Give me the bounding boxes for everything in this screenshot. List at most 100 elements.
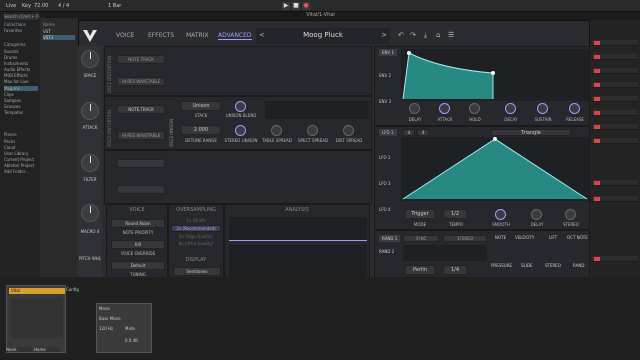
save-icon[interactable]: ⤓ [424, 31, 427, 40]
oversample-1x[interactable]: 1x (Draft) [171, 218, 221, 223]
tab-matrix[interactable]: MATRIX [186, 32, 209, 39]
track-row[interactable] [592, 82, 638, 88]
mod-source-pressure[interactable]: PRESSURE [491, 263, 512, 268]
rand-mode-select[interactable]: Perlin [405, 265, 435, 275]
osc2-note-track-button[interactable]: NOTE TRACK [117, 105, 165, 114]
category-audio-effects[interactable]: Audio Effects [4, 67, 30, 72]
lfo-tempo-field[interactable]: 1/2 [443, 209, 467, 219]
unison-blend-knob[interactable] [235, 101, 246, 112]
mod-source-slide[interactable]: SLIDE [521, 263, 533, 268]
time-signature[interactable]: 4 / 4 [58, 3, 69, 9]
category-midi-effects[interactable]: MIDI Effects [4, 73, 28, 78]
undo-icon[interactable]: ↶ [398, 31, 404, 39]
category-sounds[interactable]: Sounds [4, 49, 19, 54]
rand-stereo-toggle[interactable]: STEREO [443, 235, 487, 242]
tab-voice[interactable]: VOICE [116, 32, 134, 39]
lfo-smooth-knob[interactable] [495, 209, 506, 220]
env-release-knob[interactable] [569, 103, 580, 114]
preset-next-button[interactable]: > [381, 31, 387, 39]
detune-range-field[interactable]: 2.000 [181, 125, 221, 135]
tuning-select[interactable]: Default [111, 261, 165, 270]
place-ableton-project[interactable]: Ableton Project [4, 163, 34, 168]
track-row[interactable] [592, 138, 638, 144]
mod-source-oct-note[interactable]: OCT NOTE [567, 235, 588, 240]
track-row[interactable] [592, 40, 638, 46]
utility-device[interactable]: Mono Bass Mono 120 Hz Mute 0.0 dB [96, 303, 152, 353]
synth-icon[interactable]: ⌂ [436, 31, 440, 39]
category-grooves[interactable]: Grooves [4, 104, 20, 109]
lfo-graph[interactable] [401, 137, 589, 201]
place-user-library[interactable]: User Library [4, 151, 28, 156]
stop-button[interactable]: ■ [292, 2, 300, 10]
track-device[interactable]: Vital [6, 285, 66, 353]
rand-sync-toggle[interactable]: SYNC [403, 235, 439, 242]
key-label[interactable]: Key [22, 3, 31, 9]
category-drums[interactable]: Drums [4, 55, 17, 60]
track-row[interactable] [592, 96, 638, 102]
track-row[interactable] [592, 68, 638, 74]
mod-source-velocity[interactable]: VELOCITY [515, 235, 534, 240]
category-max-for-live[interactable]: Max for Live [4, 79, 28, 84]
osc2-hires-button[interactable]: HI-RES WAVETABLE [117, 131, 165, 140]
config-button[interactable]: Config [66, 287, 79, 292]
place-cloud[interactable]: Cloud [4, 145, 15, 150]
lfo1-tab[interactable]: LFO 1 [379, 129, 397, 136]
lfo-shape-select[interactable]: Triangle [491, 129, 571, 136]
lfo-grid-y[interactable]: 4 [417, 129, 429, 136]
mod-source-stereo[interactable]: STEREO [545, 263, 561, 268]
lfo3-tab[interactable]: LFO 3 [379, 181, 391, 186]
macro4-knob[interactable] [81, 204, 99, 222]
freq-units-select[interactable]: Semitones [173, 267, 221, 276]
place-current-project[interactable]: Current Project [4, 157, 34, 162]
rand2-tab[interactable]: RAND 2 [379, 249, 394, 254]
home-select[interactable]: Home [34, 347, 60, 352]
tempo-field[interactable]: 72.00 [34, 3, 48, 9]
oversample-4x[interactable]: 4x (High Quality) [171, 234, 221, 239]
search-input[interactable]: Search (Cmd + F) [4, 14, 40, 20]
rand-tempo-field[interactable]: 1/4 [443, 265, 467, 275]
kill-select[interactable]: Kill [111, 240, 165, 249]
space-knob[interactable] [81, 50, 99, 68]
env1-tab[interactable]: ENV 1 [379, 49, 398, 56]
track-row[interactable] [592, 124, 638, 130]
category-templates[interactable]: Tempates [4, 110, 23, 115]
osc3-button-2[interactable] [117, 185, 165, 194]
preset-selector[interactable]: < Moog Pluck > [256, 28, 390, 44]
env-decay-knob[interactable] [505, 103, 516, 114]
track-row[interactable] [592, 180, 638, 186]
live-label[interactable]: Live [6, 3, 16, 9]
lfo2-tab[interactable]: LFO 2 [379, 155, 391, 160]
spect-spread-knob[interactable] [307, 125, 318, 136]
track-row[interactable] [592, 196, 638, 202]
record-button[interactable]: ● [302, 2, 310, 10]
table-spread-knob[interactable] [271, 125, 282, 136]
preset-name[interactable]: Moog Pluck [256, 31, 390, 39]
track-row[interactable] [592, 110, 638, 116]
env-sustain-knob[interactable] [537, 103, 548, 114]
tab-effects[interactable]: EFFECTS [148, 32, 174, 39]
attack-knob[interactable] [81, 102, 99, 120]
track-row[interactable] [592, 256, 638, 262]
bass-freq-field[interactable]: 120 Hz [99, 326, 113, 331]
lfo-stereo-knob[interactable] [565, 209, 576, 220]
category-clips[interactable]: Clips [4, 92, 14, 97]
menu-icon[interactable]: ☰ [448, 31, 454, 39]
category-plugins[interactable]: Plug-Ins [4, 86, 38, 91]
filter-knob[interactable] [81, 154, 99, 172]
lfo4-tab[interactable]: LFO 4 [379, 207, 391, 212]
mod-source-lift[interactable]: LIFT [549, 235, 557, 240]
mod-source-note[interactable]: NOTE [495, 235, 506, 240]
file-vst3[interactable]: VST3 [43, 35, 75, 40]
tab-advanced[interactable]: ADVANCED [218, 32, 252, 40]
dist-spread-knob[interactable] [343, 125, 354, 136]
env-release-point[interactable] [491, 71, 495, 75]
osc1-hires-button[interactable]: HI-RES WAVETABLE [117, 77, 165, 86]
file-vst[interactable]: VST [43, 29, 51, 34]
none-select[interactable]: None [6, 347, 32, 352]
oversample-8x[interactable]: 8x (Ultra Quality) [171, 241, 221, 246]
track-name[interactable]: Vital [9, 288, 65, 294]
category-instruments[interactable]: Instruments [4, 61, 28, 66]
play-button[interactable]: ▶ [282, 2, 290, 10]
envelope-graph[interactable] [401, 49, 589, 101]
bass-mono-toggle[interactable]: Bass Mono [99, 316, 121, 321]
